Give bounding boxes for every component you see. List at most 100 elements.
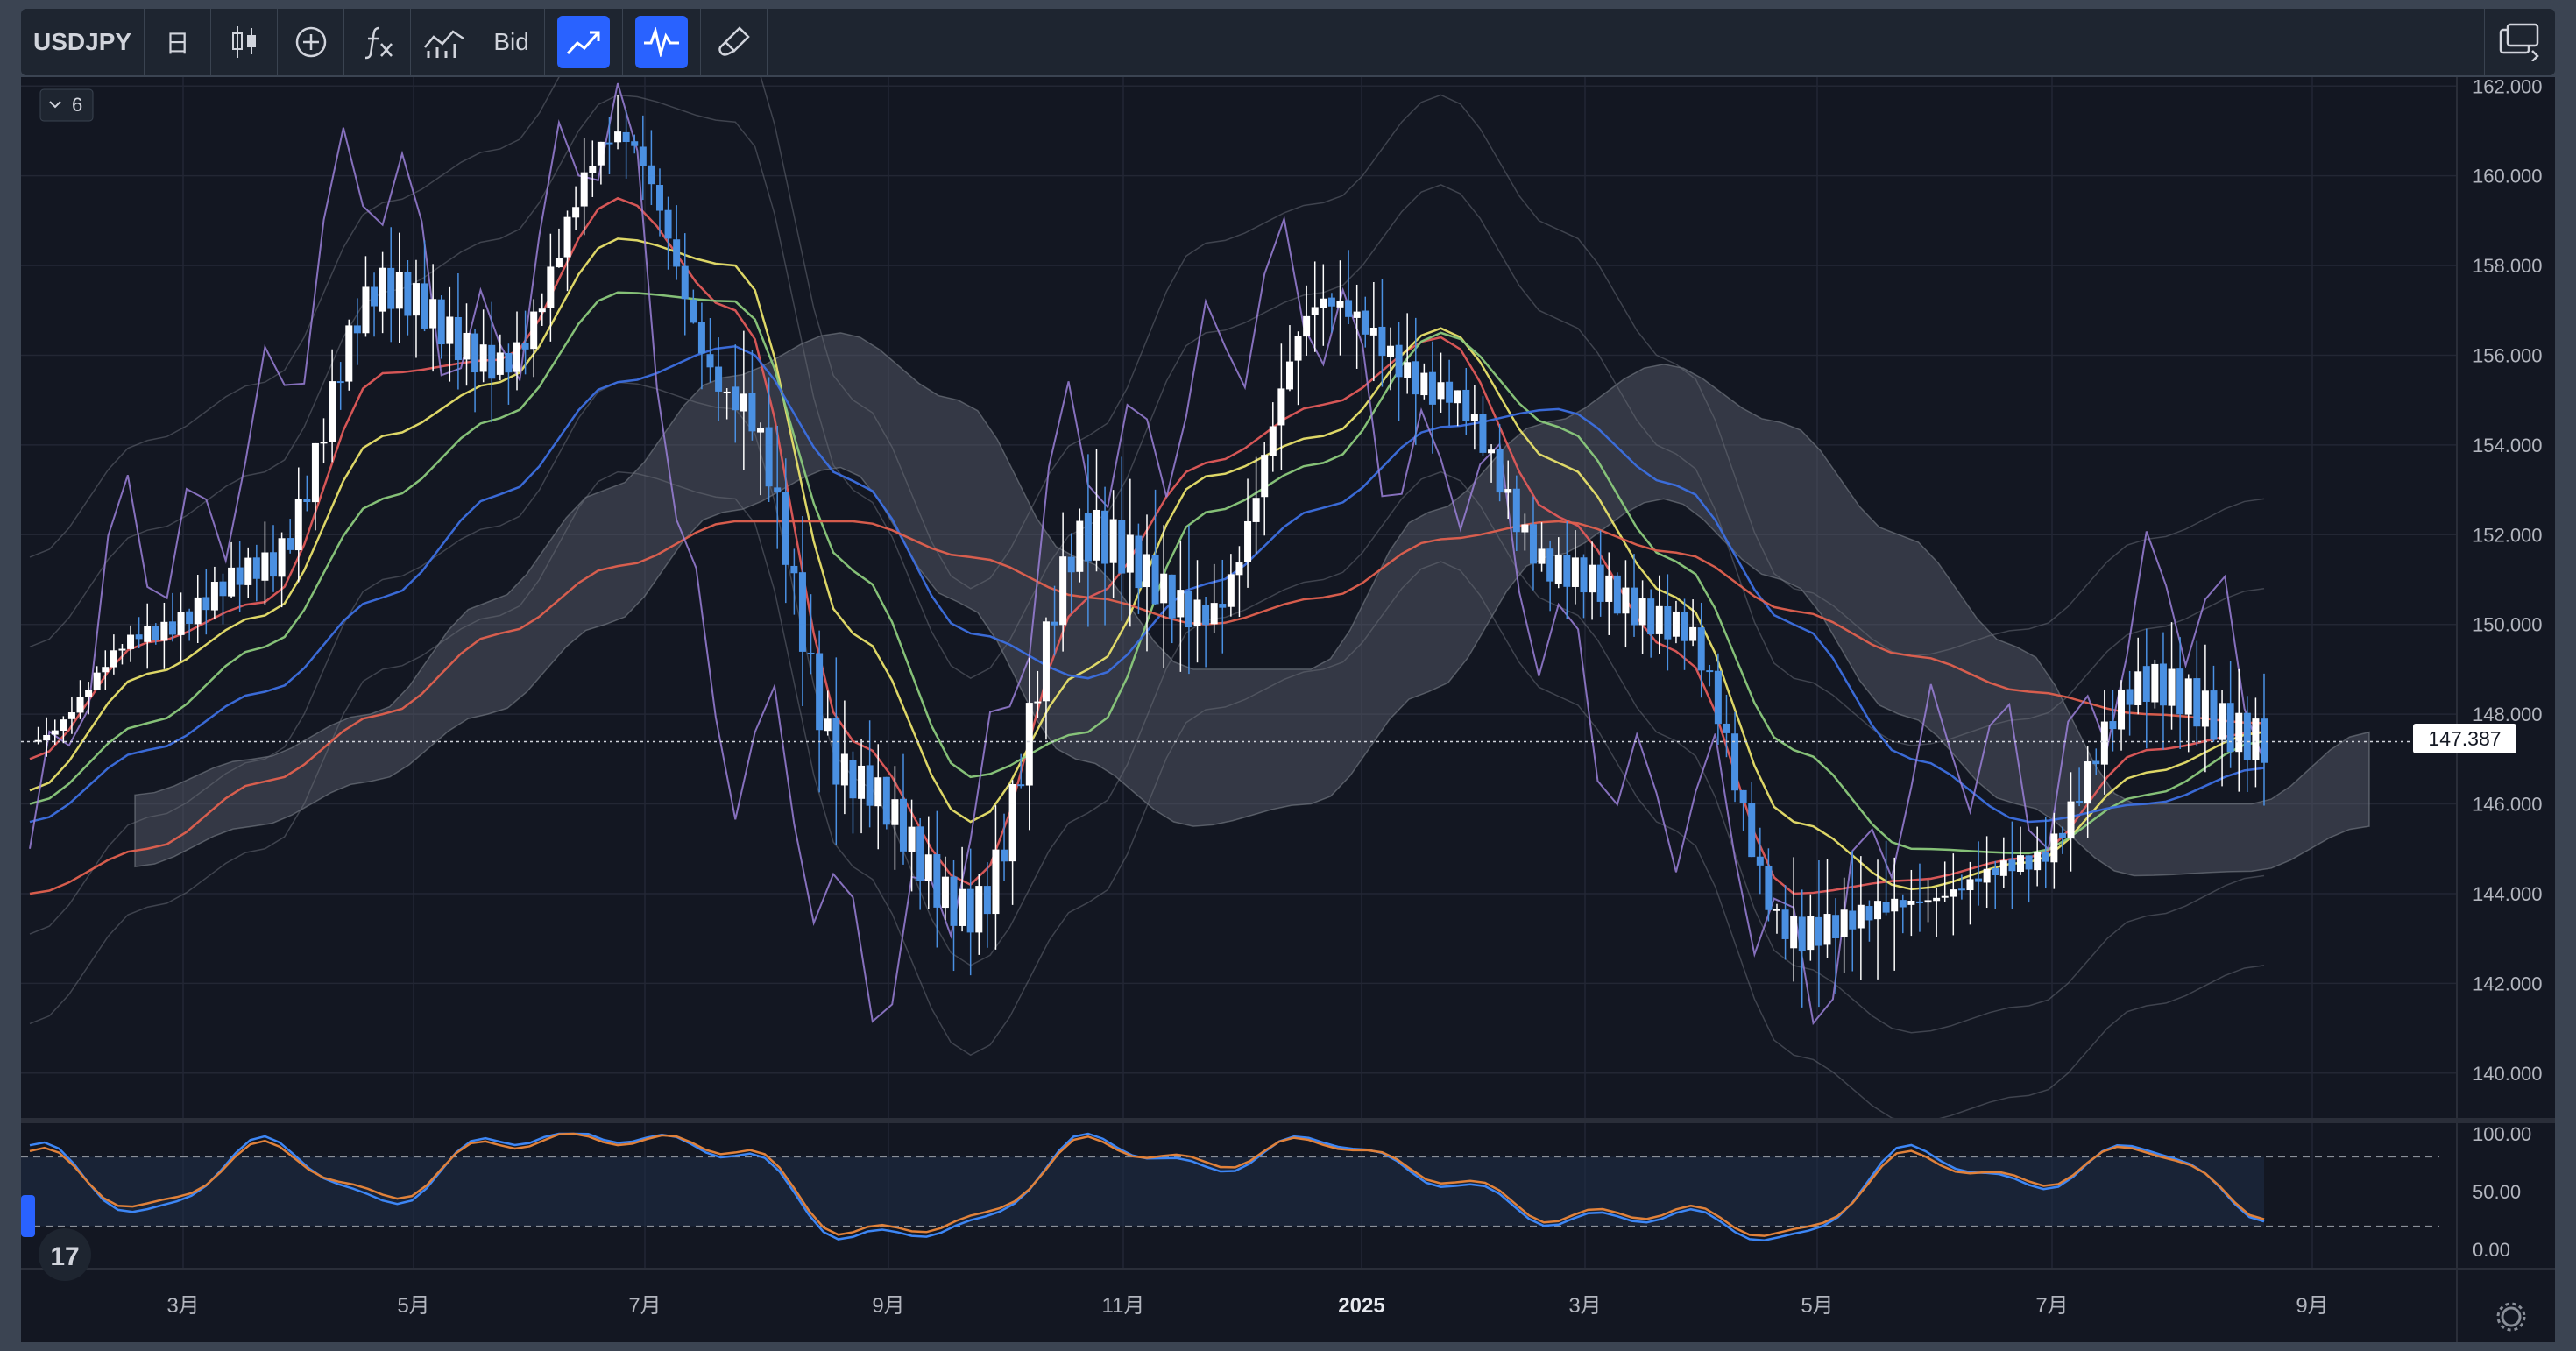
- candle-body: [1025, 703, 1033, 786]
- y-tick-label: 148.000: [2473, 704, 2543, 725]
- candle-body: [1168, 574, 1176, 619]
- brush-icon[interactable]: [701, 9, 768, 75]
- candle-body: [395, 272, 403, 309]
- candle-body: [1899, 900, 1907, 908]
- candle-body: [362, 286, 370, 334]
- candle-body: [1605, 575, 1613, 602]
- candle-body: [715, 366, 723, 392]
- y-tick-label: 160.000: [2473, 166, 2543, 187]
- symbol-button[interactable]: USDJPY: [21, 9, 145, 75]
- candle-body: [1261, 455, 1269, 498]
- candle-body: [1891, 898, 1899, 912]
- candle-body: [1311, 307, 1319, 315]
- candle-body: [2025, 855, 2033, 870]
- candle-body: [2151, 663, 2159, 703]
- layout-icon[interactable]: [2484, 9, 2555, 75]
- candle-body: [1857, 904, 1865, 929]
- candle-body: [589, 166, 597, 173]
- interval-button[interactable]: 日: [145, 9, 212, 75]
- candle-body: [849, 760, 857, 799]
- candle-body: [1697, 627, 1705, 671]
- candle-body: [1470, 414, 1478, 421]
- candle-body: [2201, 690, 2209, 727]
- candle-body: [1193, 599, 1201, 626]
- candle-body: [1160, 573, 1168, 604]
- pane-collapse-button[interactable]: [21, 1195, 35, 1237]
- indicators-icon[interactable]: [411, 9, 479, 75]
- candle-body: [1369, 327, 1377, 336]
- candle-body: [2118, 689, 2126, 730]
- candle-body: [1681, 612, 1688, 641]
- candle-body: [597, 141, 605, 166]
- candle-body: [1915, 901, 1923, 903]
- legend-toggle[interactable]: 6: [39, 88, 94, 122]
- candle-body: [236, 567, 244, 585]
- candle-body: [1580, 557, 1588, 593]
- candle-body: [1446, 381, 1454, 403]
- x-tick-label: 9月: [2296, 1294, 2328, 1318]
- candle-body: [261, 552, 269, 581]
- pane-separator[interactable]: [21, 1118, 2555, 1123]
- candle-body: [1849, 910, 1857, 930]
- candle-body: [706, 354, 714, 368]
- candle-body: [924, 854, 932, 881]
- candle-body: [454, 316, 462, 360]
- candle-body: [1748, 803, 1756, 858]
- candle-body: [1622, 587, 1630, 614]
- chart-area[interactable]: 162.000 160.000 158.000 156.000 154.000 152.0…: [21, 4, 2555, 1342]
- y-tick-label: 162.000: [2473, 77, 2543, 97]
- y-tick-label: 146.000: [2473, 794, 2543, 816]
- candle-body: [950, 876, 958, 926]
- candle-body: [840, 753, 848, 786]
- candle-body: [673, 239, 681, 267]
- candle-body: [740, 393, 747, 412]
- svg-text:17: 17: [50, 1242, 79, 1271]
- candle-body: [2210, 690, 2218, 740]
- add-indicator-icon[interactable]: [278, 9, 345, 75]
- candle-body: [2176, 668, 2184, 715]
- candle-body: [1109, 519, 1117, 563]
- candle-body: [1739, 789, 1747, 803]
- candle-body: [311, 442, 319, 503]
- candle-body: [1874, 901, 1882, 920]
- candle-body: [2042, 851, 2049, 862]
- y-tick-label: 154.000: [2473, 435, 2543, 456]
- candle-body: [1202, 605, 1210, 626]
- candle-body: [807, 652, 815, 654]
- candle-body: [287, 538, 294, 550]
- candle-body: [1320, 298, 1327, 308]
- candle-body: [2252, 718, 2260, 760]
- candle-body: [1219, 604, 1227, 608]
- candle-body: [168, 621, 176, 635]
- stoch-band: [21, 1156, 2264, 1227]
- candle-body: [681, 265, 689, 300]
- candle-body: [732, 386, 740, 411]
- candle-body: [2184, 678, 2192, 715]
- candle-body: [496, 352, 504, 375]
- candle-body: [1277, 388, 1285, 426]
- price-type-button[interactable]: Bid: [478, 9, 546, 75]
- candle-body: [2050, 833, 2058, 863]
- oscillator-button[interactable]: [623, 9, 702, 75]
- candle-body: [76, 697, 84, 713]
- compare-button[interactable]: [545, 9, 624, 75]
- fx-icon[interactable]: [344, 9, 412, 75]
- candle-body: [908, 826, 916, 852]
- candle-body: [874, 777, 882, 807]
- candle-body: [135, 634, 143, 640]
- candles-icon[interactable]: [211, 9, 279, 75]
- candle-body: [93, 672, 101, 690]
- candle-body: [1454, 390, 1461, 404]
- candle-body: [1798, 916, 1806, 951]
- candle-body: [2235, 712, 2243, 753]
- candle-body: [1647, 598, 1655, 635]
- candle-body: [1992, 867, 1999, 876]
- candle-body: [1084, 513, 1092, 562]
- candle-body: [387, 267, 395, 309]
- price-chart[interactable]: 162.000 160.000 158.000 156.000 154.000 152.0…: [21, 4, 2555, 1342]
- candle-body: [1067, 556, 1075, 573]
- candle-body: [2168, 668, 2176, 706]
- candle-body: [1765, 866, 1773, 910]
- candle-body: [1554, 555, 1562, 584]
- candle-body: [127, 634, 135, 649]
